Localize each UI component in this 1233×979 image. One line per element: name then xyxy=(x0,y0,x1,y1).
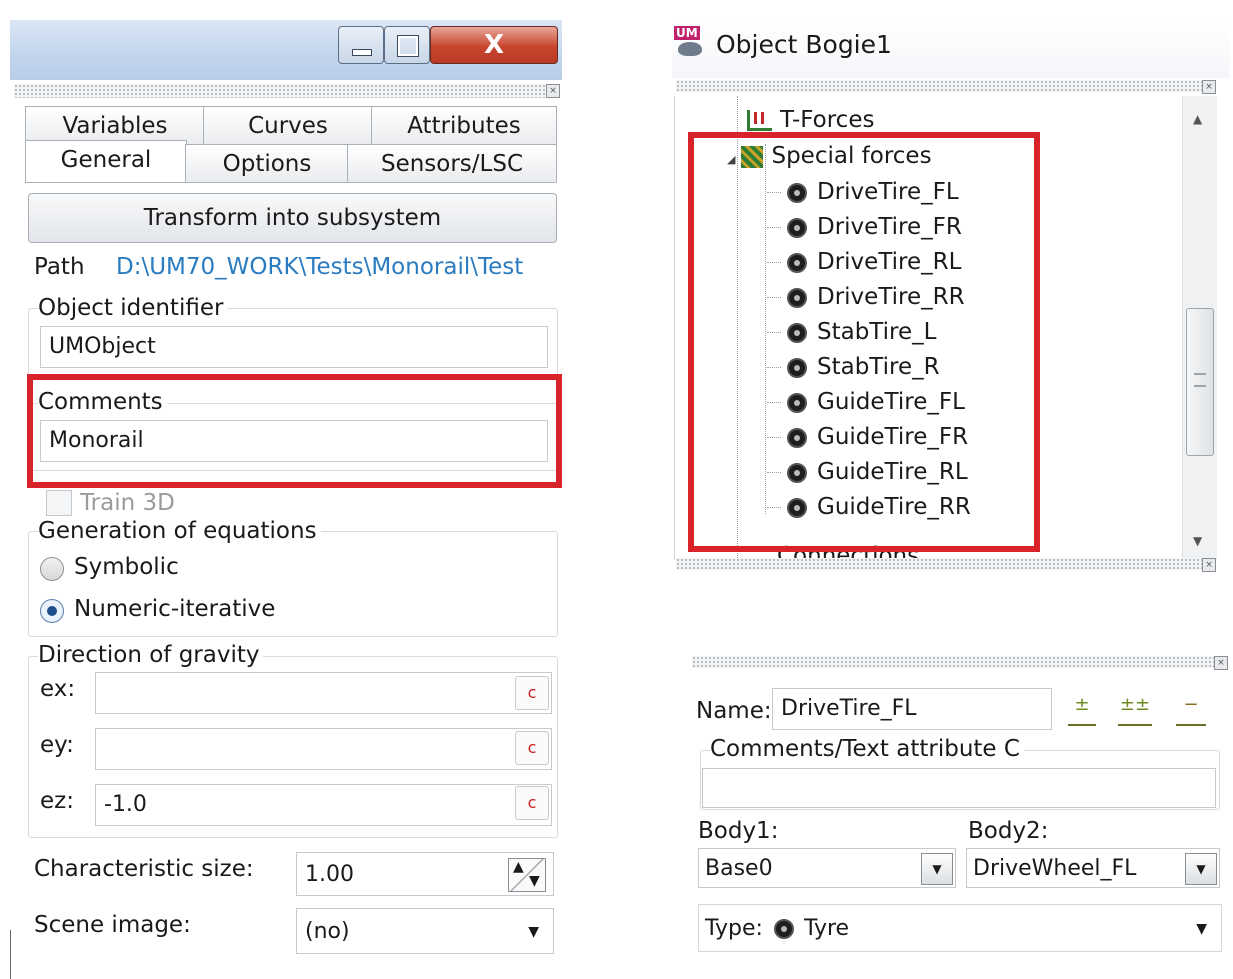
characteristic-size-label: Characteristic size: xyxy=(34,856,254,882)
chevron-down-icon: ▼ xyxy=(1196,921,1207,937)
numeric-iterative-label: Numeric-iterative xyxy=(74,596,276,622)
scroll-down-icon[interactable]: ▼ xyxy=(1193,534,1202,548)
special-forces-highlight-box xyxy=(688,132,1040,552)
tab-attributes[interactable]: Attributes xyxy=(371,106,557,145)
close-button[interactable]: X xyxy=(430,26,558,64)
tab-panel-border xyxy=(25,182,555,183)
spin-updown-icon[interactable]: ▲ ▼ xyxy=(508,858,546,892)
name-label: Name: xyxy=(696,698,772,724)
object-tree-window: UM Object Bogie1 × T-Forces ◢ Special for… xyxy=(672,20,1230,580)
force-properties-panel: × Name: DriveTire_FL ± ±± − Comments/Tex… xyxy=(690,650,1230,979)
props-grip[interactable] xyxy=(692,656,1218,668)
type-select[interactable]: Type: Tyre ▼ xyxy=(698,904,1222,952)
path-label: Path xyxy=(34,254,85,280)
type-value: Tyre xyxy=(803,916,850,941)
restore-icon xyxy=(397,35,419,57)
tree-grip[interactable] xyxy=(676,80,1216,92)
tyre-icon xyxy=(773,919,794,939)
symbolic-radio[interactable] xyxy=(40,557,64,581)
name-input[interactable]: DriveTire_FL xyxy=(772,688,1052,730)
body1-select[interactable]: Base0 ▼ xyxy=(698,848,956,888)
minimize-icon xyxy=(352,49,372,56)
ez-label: ez: xyxy=(40,788,74,814)
grip-lines-icon xyxy=(1194,373,1206,387)
add-force-icon[interactable]: ± xyxy=(1068,694,1096,726)
tree-scrollbar[interactable]: ▲ ▼ xyxy=(1182,96,1217,560)
scene-image-select[interactable]: (no) ▼ xyxy=(296,908,554,954)
ez-input[interactable]: -1.0 xyxy=(95,784,552,826)
ez-c-button[interactable]: c xyxy=(515,786,549,820)
object-identifier-label: Object identifier xyxy=(38,295,228,321)
props-grip-close-icon[interactable]: × xyxy=(1214,656,1228,670)
grip-close-icon[interactable]: × xyxy=(546,84,560,98)
tree-title: Object Bogie1 xyxy=(716,30,892,59)
body2-value: DriveWheel_FL xyxy=(973,856,1137,881)
object-inspector-window: X × Variables Curves Attributes General … xyxy=(0,0,562,979)
close-icon: X xyxy=(483,30,505,60)
title-bar: X xyxy=(10,20,562,80)
tree-grip-bottom[interactable] xyxy=(676,558,1216,570)
body1-label: Body1: xyxy=(698,818,779,844)
transform-into-subsystem-button[interactable]: Transform into subsystem xyxy=(28,193,557,243)
train3d-label: Train 3D xyxy=(80,490,175,516)
chevron-down-icon: ▼ xyxy=(921,853,953,885)
restore-button[interactable] xyxy=(384,26,430,64)
ey-label: ey: xyxy=(40,732,74,758)
type-label: Type: xyxy=(705,916,763,941)
toolbar-grip[interactable] xyxy=(14,84,560,98)
props-comments-input[interactable] xyxy=(702,768,1216,808)
ex-input[interactable] xyxy=(95,672,552,714)
gravity-label: Direction of gravity xyxy=(38,642,264,668)
um-app-icon: UM xyxy=(674,26,704,60)
tab-options[interactable]: Options xyxy=(185,144,349,183)
left-edge-line xyxy=(10,930,11,979)
tab-general[interactable]: General xyxy=(25,140,187,183)
t-forces-label: T-Forces xyxy=(780,107,875,133)
tree-title-bar: UM Object Bogie1 xyxy=(672,20,1230,78)
train3d-checkbox[interactable] xyxy=(46,490,72,516)
ey-input[interactable] xyxy=(95,728,552,770)
scrollbar-thumb[interactable] xyxy=(1186,308,1214,456)
symbolic-label: Symbolic xyxy=(74,554,179,580)
scroll-up-icon[interactable]: ▲ xyxy=(1193,112,1202,126)
tree-grip-bottom-close-icon[interactable]: × xyxy=(1202,558,1216,572)
scene-image-label: Scene image: xyxy=(34,912,191,938)
ey-c-button[interactable]: c xyxy=(515,731,549,765)
numeric-iterative-radio[interactable] xyxy=(40,599,64,623)
scene-image-value: (no) xyxy=(305,919,350,944)
radio-selected-dot xyxy=(47,606,57,616)
body1-value: Base0 xyxy=(705,856,773,881)
t-forces-icon xyxy=(747,110,772,131)
props-comments-label: Comments/Text attribute C xyxy=(710,736,1024,762)
path-value[interactable]: D:\UM70_WORK\Tests\Monorail\Test xyxy=(116,254,556,280)
comments-highlight-box xyxy=(27,374,562,488)
chevron-down-icon: ▼ xyxy=(1185,853,1217,885)
tab-curves[interactable]: Curves xyxy=(203,106,373,145)
remove-force-icon[interactable]: − xyxy=(1176,694,1206,726)
ex-c-button[interactable]: c xyxy=(515,676,549,710)
object-identifier-input[interactable]: UMObject xyxy=(40,326,548,368)
tree-grip-close-icon[interactable]: × xyxy=(1202,80,1216,94)
chevron-down-icon: ▼ xyxy=(528,924,539,940)
minimize-button[interactable] xyxy=(338,26,384,64)
body2-select[interactable]: DriveWheel_FL ▼ xyxy=(966,848,1220,888)
tab-sensors-lsc[interactable]: Sensors/LSC xyxy=(347,144,557,183)
body2-label: Body2: xyxy=(968,818,1049,844)
add-pair-icon[interactable]: ±± xyxy=(1118,694,1152,726)
tab-row-bottom: General Options Sensors/LSC xyxy=(25,140,557,184)
generation-label: Generation of equations xyxy=(38,518,321,544)
ex-label: ex: xyxy=(40,676,76,702)
